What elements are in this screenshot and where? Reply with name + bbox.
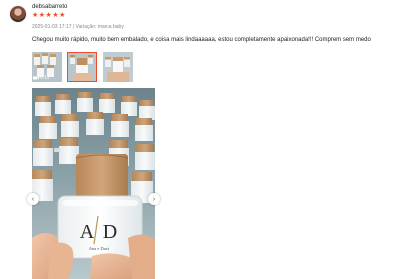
jars-photo: A D Ana e Davi [32, 88, 155, 279]
prev-image-button[interactable]: ‹ [27, 193, 39, 205]
video-camera-icon [33, 76, 39, 80]
chevron-right-icon: › [152, 195, 156, 203]
jar-label-monogram-right: D [103, 221, 117, 243]
reviewer-username: debsabarreto [32, 4, 68, 10]
video-badge: 0:11 [33, 75, 49, 81]
thumbnail-image [103, 52, 133, 82]
jar-label-small-text: Ana e Davi [89, 246, 110, 251]
thumbnail-image [68, 53, 96, 81]
chevron-left-icon: ‹ [31, 195, 35, 203]
media-thumbnail-selected[interactable] [67, 52, 97, 82]
video-duration: 0:11 [40, 75, 50, 81]
review-main-image[interactable]: A D Ana e Davi [32, 88, 155, 279]
review-comment: Chegou muito rápido, muito bem embalado,… [32, 37, 371, 43]
review-meta: 2025-01-03 17:17 | Variação: marca baby [32, 24, 124, 30]
reviewer-avatar[interactable] [9, 5, 27, 23]
media-thumbnail-video[interactable]: 0:11 [32, 52, 62, 82]
next-image-button[interactable]: › [148, 193, 160, 205]
media-thumbnail[interactable] [103, 52, 133, 82]
jar-label-monogram-left: A [80, 221, 95, 243]
rating-stars: ★★★★★ [32, 12, 66, 19]
